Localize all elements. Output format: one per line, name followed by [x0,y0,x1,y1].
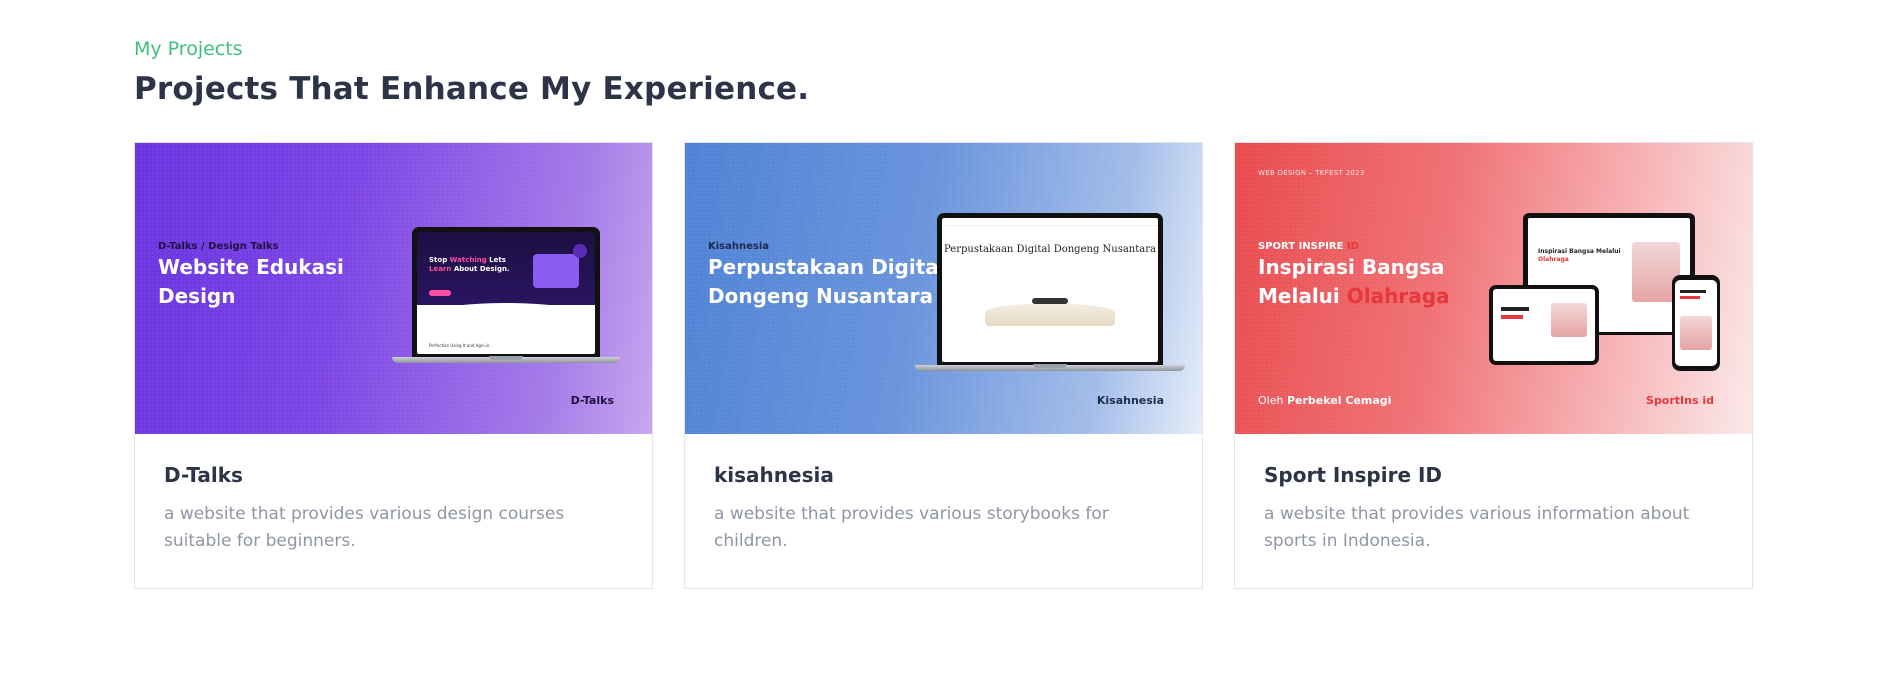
screen-title: Perpustakaan Digital Dongeng Nusantara [944,244,1156,255]
project-title: Sport Inspire ID [1264,463,1443,487]
banner-brand: D-Talks [570,394,614,407]
banner-headline: Inspirasi Bangsa Melalui Olahraga [1258,255,1450,308]
project-description: a website that provides various informat… [1264,504,1690,551]
screen-hero: Inspirasi Bangsa Melalui Olahraga [1538,248,1621,263]
banner-brand: Kisahnesia [1096,394,1164,407]
project-card-dtalks[interactable]: D-Talks / Design Talks Website Edukasi D… [134,142,653,589]
section-heading: Projects That Enhance My Experience. [134,71,810,107]
banner-headline: Website Edukasi Design [158,255,344,308]
project-description: a website that provides various storyboo… [714,504,1109,551]
project-title: D-Talks [164,463,243,487]
banner-kicker: D-Talks / Design Talks [158,241,279,252]
projects-grid: D-Talks / Design Talks Website Edukasi D… [134,142,1754,589]
projects-header: My Projects Projects That Enhance My Exp… [134,38,1754,107]
phone-mockup [1672,275,1720,371]
banner-kicker: Kisahnesia [708,241,770,252]
project-description: a website that provides various design c… [164,504,565,551]
laptop-mockup: Stop Watching Lets Learn About Design. P… [392,227,620,373]
banner-headline: Perpustakaan Digital Dongeng Nusantara [708,255,946,308]
banner-kicker: SPORT INSPIRE ID [1258,241,1359,252]
screen-footer: Perfection Using It and Agni.io [429,343,490,348]
project-card-kisahnesia[interactable]: Kisahnesia Perpustakaan Digital Dongeng … [684,142,1203,589]
banner-brand: SportIns id [1646,394,1714,407]
project-title: kisahnesia [714,463,834,487]
project-card-sport-inspire[interactable]: WEB DESIGN – TKFEST 2023 SPORT INSPIRE I… [1234,142,1753,589]
tablet-mockup [1489,285,1599,365]
project-banner-image: D-Talks / Design Talks Website Edukasi D… [135,143,652,434]
project-banner-image: WEB DESIGN – TKFEST 2023 SPORT INSPIRE I… [1235,143,1752,434]
banner-top-label: WEB DESIGN – TKFEST 2023 [1258,169,1365,177]
project-banner-image: Kisahnesia Perpustakaan Digital Dongeng … [685,143,1202,434]
screen-hero: Stop Watching Lets Learn About Design. [429,256,510,273]
section-eyebrow: My Projects [134,38,243,60]
banner-author: Oleh Perbekel Cemagi [1258,394,1392,407]
laptop-mockup: Perpustakaan Digital Dongeng Nusantara [915,213,1185,377]
